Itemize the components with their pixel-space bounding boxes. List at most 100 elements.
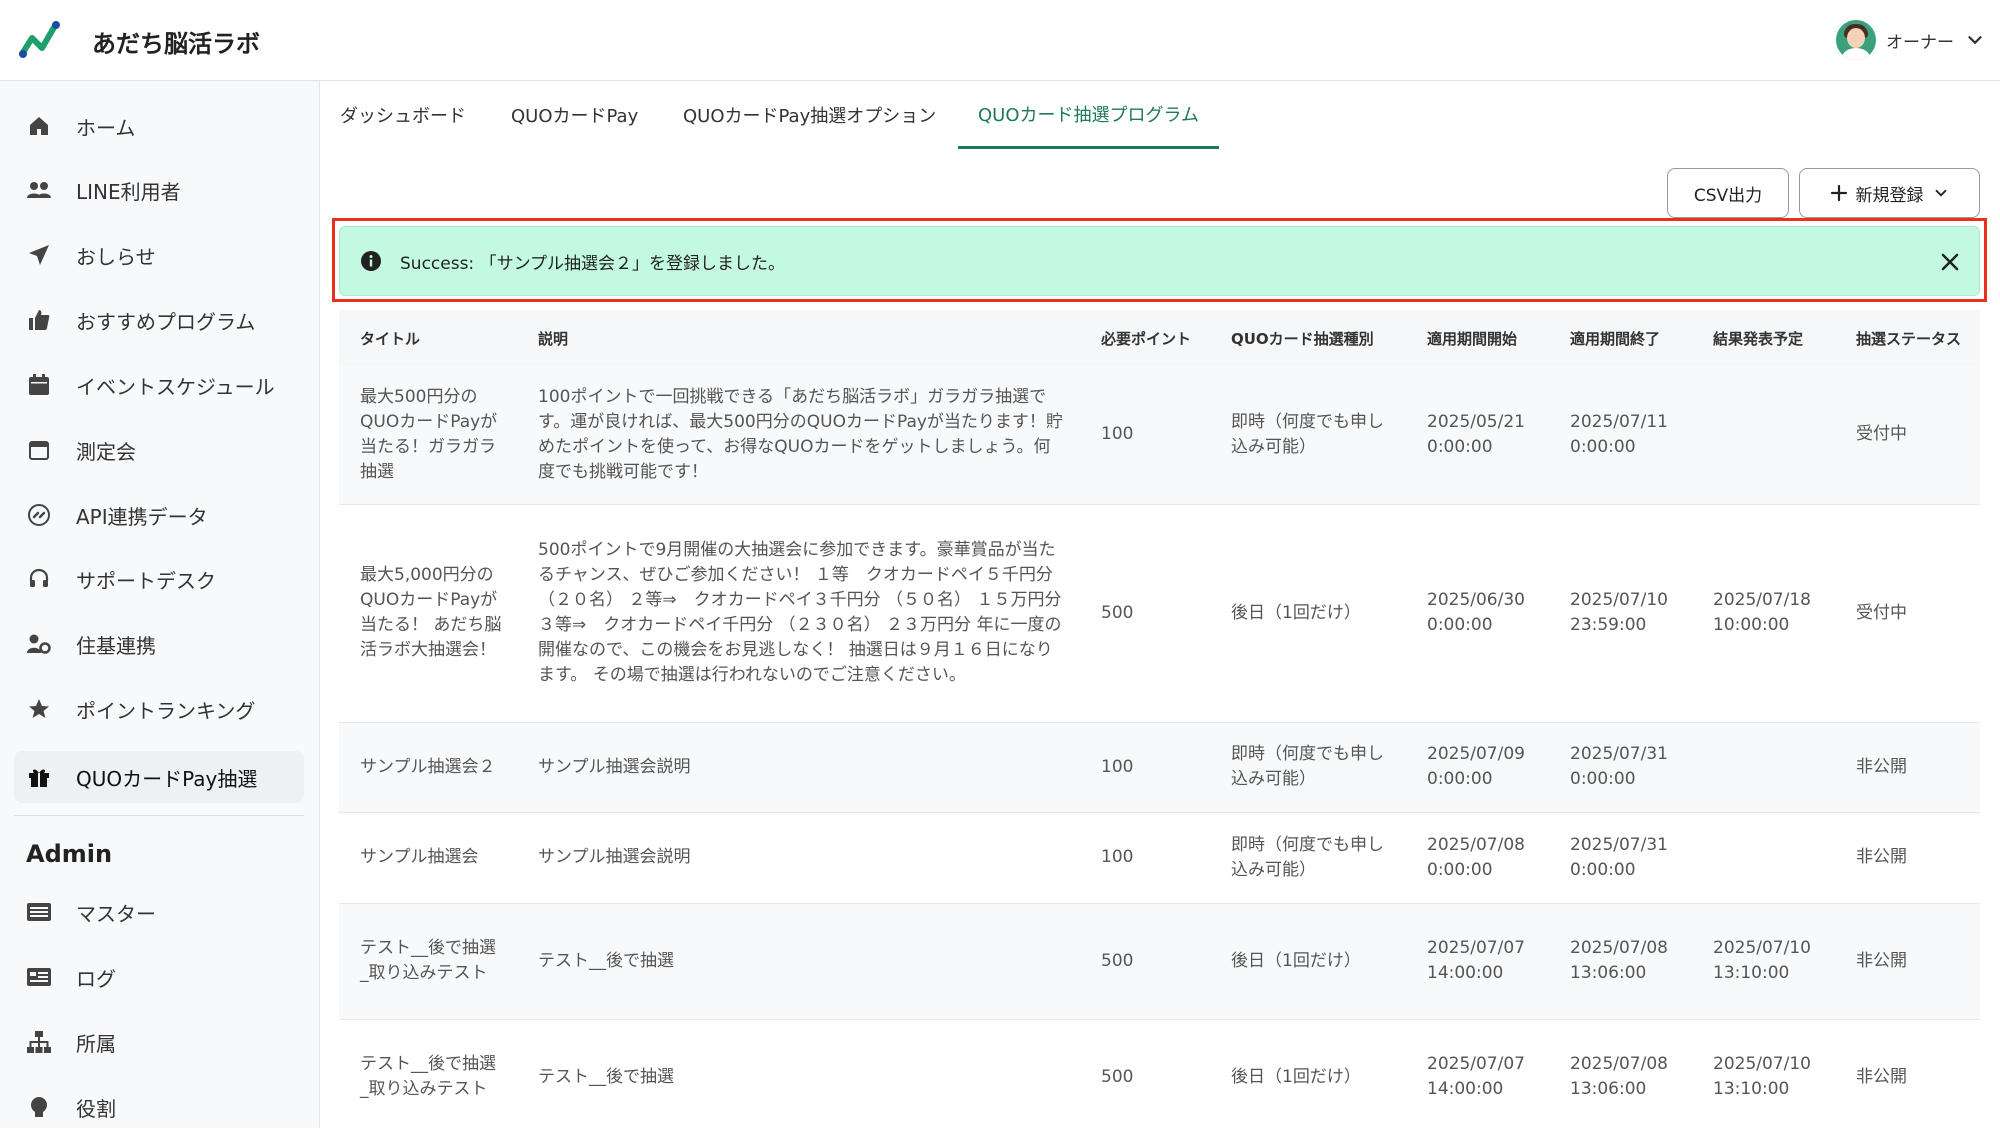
column-header[interactable]: 適用期間終了 [1549, 310, 1692, 366]
sidebar-item-home[interactable]: ホーム [14, 100, 304, 152]
sidebar-item-quo-lottery[interactable]: QUOカードPay抽選 [14, 751, 304, 803]
user-menu[interactable]: オーナー [1836, 20, 1986, 60]
success-alert: Success: 「サンプル抽選会２」を登録しました。 [339, 226, 1980, 296]
tab-dashboard[interactable]: ダッシュボード [320, 81, 486, 149]
log-icon [26, 964, 52, 990]
sidebar-item-api-data[interactable]: API連携データ [14, 489, 304, 541]
table-row[interactable]: テスト__後で抽選_取り込みテスト テスト__後で抽選 500 後日（1回だけ）… [339, 1019, 1980, 1128]
cell-start: 2025/07/07 14:00:00 [1406, 1019, 1549, 1128]
column-header[interactable]: QUOカード抽選種別 [1210, 310, 1406, 366]
tab-quo-lottery-programs[interactable]: QUOカード抽選プログラム [958, 81, 1219, 149]
table-row[interactable]: テスト__後で抽選_取り込みテスト テスト__後で抽選 500 後日（1回だけ）… [339, 903, 1980, 1020]
alert-message: Success: 「サンプル抽選会２」を登録しました。 [400, 253, 786, 274]
cell-type: 後日（1回だけ） [1210, 504, 1406, 723]
cell-start: 2025/05/21 0:00:00 [1406, 366, 1549, 505]
column-header[interactable]: タイトル [339, 310, 517, 366]
cell-status: 受付中 [1835, 366, 1980, 505]
sidebar-item-label: ホーム [76, 115, 136, 140]
sidebar-item-label: ログ [76, 966, 116, 991]
user-name[interactable]: オーナー [1886, 28, 1954, 53]
sidebar-item-point-ranking[interactable]: ポイントランキング [14, 683, 304, 735]
tab-bar: ダッシュボード QUOカードPay QUOカードPay抽選オプション QUOカー… [320, 81, 2000, 149]
sidebar-item-event-schedule[interactable]: イベントスケジュール [14, 359, 304, 411]
home-icon [26, 113, 52, 139]
cell-title: サンプル抽選会２ [339, 722, 517, 813]
sidebar-item-measurement[interactable]: 測定会 [14, 424, 304, 476]
sidebar: ホーム LINE利用者 おしらせ おすすめプログラム イベントスケジュール 測定… [0, 81, 320, 1128]
avatar[interactable] [1836, 20, 1876, 60]
sidebar-item-label: イベントスケジュール [76, 374, 275, 399]
sidebar-item-role[interactable]: 役割 [14, 1081, 304, 1133]
cell-announce [1692, 722, 1835, 813]
column-header[interactable]: 結果発表予定 [1692, 310, 1835, 366]
cell-start: 2025/07/08 0:00:00 [1406, 812, 1549, 904]
csv-export-button[interactable]: CSV出力 [1667, 168, 1789, 218]
table-header-row: タイトル 説明 必要ポイント QUOカード抽選種別 適用期間開始 適用期間終了 … [339, 310, 1980, 366]
cell-title: サンプル抽選会 [339, 812, 517, 904]
gift-icon [26, 764, 52, 790]
sidebar-item-label: サポートデスク [76, 568, 216, 593]
new-register-button[interactable]: 新規登録 [1799, 168, 1980, 218]
user-gear-icon [26, 631, 52, 657]
cell-announce [1692, 366, 1835, 505]
info-icon [361, 251, 381, 271]
table-row[interactable]: サンプル抽選会 サンプル抽選会説明 100 即時（何度でも申し込み可能） 202… [339, 812, 1980, 904]
cell-announce: 2025/07/10 13:10:00 [1692, 903, 1835, 1020]
sidebar-item-master[interactable]: マスター [14, 886, 304, 938]
table-row[interactable]: 最大5,000円分のQUOカードPayが当たる！ あだち脳活ラボ大抽選会！ 50… [339, 504, 1980, 723]
sidebar-item-log[interactable]: ログ [14, 951, 304, 1003]
sidebar-item-label: QUOカードPay抽選 [76, 766, 258, 791]
cell-end: 2025/07/31 0:00:00 [1549, 812, 1692, 904]
app-logo[interactable] [18, 20, 62, 60]
cell-start: 2025/07/07 14:00:00 [1406, 903, 1549, 1020]
cell-end: 2025/07/08 13:06:00 [1549, 1019, 1692, 1128]
sidebar-item-line-users[interactable]: LINE利用者 [14, 164, 304, 216]
sidebar-item-label: おすすめプログラム [76, 309, 256, 334]
chevron-down-icon[interactable] [1964, 29, 1986, 51]
cell-type: 後日（1回だけ） [1210, 903, 1406, 1020]
tab-quo-lottery-options[interactable]: QUOカードPay抽選オプション [663, 81, 956, 149]
sidebar-item-label: 役割 [76, 1096, 116, 1121]
cell-announce [1692, 812, 1835, 904]
sidebar-item-resident-link[interactable]: 住基連携 [14, 618, 304, 670]
lottery-program-table: タイトル 説明 必要ポイント QUOカード抽選種別 適用期間開始 適用期間終了 … [339, 310, 1980, 1128]
cell-type: 即時（何度でも申し込み可能） [1210, 722, 1406, 813]
calendar-outline-icon [26, 437, 52, 463]
column-header[interactable]: 必要ポイント [1080, 310, 1210, 366]
thumbs-up-icon [26, 307, 52, 333]
cell-points: 100 [1080, 722, 1210, 813]
sidebar-item-affiliation[interactable]: 所属 [14, 1016, 304, 1068]
new-register-label: 新規登録 [1855, 185, 1924, 206]
sidebar-item-label: LINE利用者 [76, 179, 181, 204]
cell-status: 受付中 [1835, 504, 1980, 723]
column-header[interactable]: 適用期間開始 [1406, 310, 1549, 366]
tab-quo-card-pay[interactable]: QUOカードPay [491, 81, 658, 149]
cell-points: 100 [1080, 812, 1210, 904]
close-icon[interactable] [1937, 249, 1963, 275]
sidebar-item-notices[interactable]: おしらせ [14, 229, 304, 281]
app-header: あだち脳活ラボ オーナー [0, 0, 2000, 81]
cell-points: 500 [1080, 1019, 1210, 1128]
column-header[interactable]: 抽選ステータス [1835, 310, 1980, 366]
cell-points: 500 [1080, 903, 1210, 1020]
sidebar-item-support-desk[interactable]: サポートデスク [14, 553, 304, 605]
csv-export-label: CSV出力 [1693, 185, 1763, 206]
table-row[interactable]: サンプル抽選会２ サンプル抽選会説明 100 即時（何度でも申し込み可能） 20… [339, 722, 1980, 813]
cell-end: 2025/07/10 23:59:00 [1549, 504, 1692, 723]
cell-description: テスト__後で抽選 [517, 903, 1080, 1020]
star-icon [26, 696, 52, 722]
api-link-icon [26, 502, 52, 528]
sidebar-item-recommended-programs[interactable]: おすすめプログラム [14, 294, 304, 346]
calendar-icon [26, 372, 52, 398]
table-row[interactable]: 最大500円分のQUOカードPayが当たる！ガラガラ抽選 100ポイントで一回挑… [339, 366, 1980, 505]
users-icon [26, 177, 52, 203]
cell-title: テスト__後で抽選_取り込みテスト [339, 903, 517, 1020]
column-header[interactable]: 説明 [517, 310, 1080, 366]
plus-icon [1830, 184, 1847, 202]
cell-status: 非公開 [1835, 1019, 1980, 1128]
cell-title: 最大500円分のQUOカードPayが当たる！ガラガラ抽選 [339, 366, 517, 505]
cell-title: テスト__後で抽選_取り込みテスト [339, 1019, 517, 1128]
cell-points: 100 [1080, 366, 1210, 505]
sidebar-item-label: おしらせ [76, 244, 156, 269]
cell-type: 即時（何度でも申し込み可能） [1210, 812, 1406, 904]
